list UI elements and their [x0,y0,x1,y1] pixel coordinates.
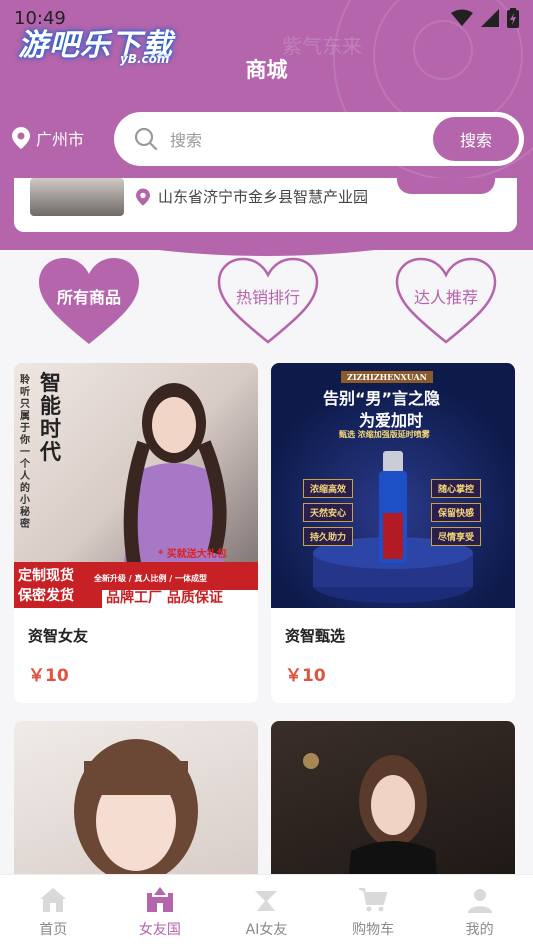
wifi-icon [451,9,473,26]
battery-icon [507,8,519,28]
nav-label: 女友国 [138,922,181,938]
product-card[interactable] [14,721,258,881]
nav-girlfriend-country[interactable]: 女友国 [107,875,214,948]
product-price: ￥10 [28,666,69,686]
store-address-text: 山东省济宁市金乡县智慧产业园 [158,188,369,206]
feature-tag: 随心掌控 [431,479,482,498]
search-bar[interactable]: 搜索 搜索 [114,112,524,166]
store-address: 山东省济宁市金乡县智慧产业园 [136,186,368,207]
tab-hot-ranking[interactable]: 热销排行 [216,256,320,346]
product-image [271,721,515,881]
headline-text: 为爱加时 [359,411,424,430]
location-selector[interactable]: 广州市 [12,126,84,150]
product-name: 资智甄选 [285,627,346,645]
tab-label: 所有商品 [56,288,121,307]
feature-tag: 尽情享受 [431,527,482,546]
promo-banner-bottom: 品牌工厂 品质保证 [106,590,223,606]
location-city: 广州市 [36,130,85,149]
feature-tag: 天然安心 [303,503,354,522]
promo-banner-left: 定制现货 保密发货 [18,568,74,604]
search-icon [134,127,158,151]
search-input[interactable]: 搜索 [170,127,433,151]
feature-tag: 持久助力 [303,527,354,546]
castle-icon [146,887,173,912]
nav-label: 我的 [465,922,494,938]
user-icon [467,889,492,913]
store-thumbnail [30,178,124,216]
ai-icon [255,891,278,911]
feature-tag: 保留快感 [431,503,482,522]
nav-label: 首页 [39,922,68,938]
product-card[interactable] [271,721,515,881]
tab-all-products[interactable]: 所有商品 [37,256,141,346]
nav-ai-girlfriend[interactable]: AI女友 [213,875,320,948]
page-title: 商城 [245,58,288,82]
doll-portrait-illustration [74,739,198,881]
headline-text: 告别“男”言之隐 [323,389,441,408]
promo-banner-top: 全新升级 / 真人比例 / 一体成型 [94,573,207,583]
product-image [14,721,258,881]
location-pin-icon [12,127,30,149]
bottom-nav: 首页 女友国 AI女友 购物车 我的 [0,874,533,948]
nav-label: AI女友 [245,922,288,938]
search-button[interactable]: 搜索 [433,117,519,161]
product-image: ZIZHIZHENXUAN 告别“男”言之隐 为爱加时 甄选 浓缩加强版延时喷雾… [271,363,515,608]
category-tabs: 所有商品 热销排行 达人推荐 [0,256,533,346]
promo-side-text: 聆听只属于你一个人的小秘密 [20,375,30,530]
nav-label: 购物车 [352,922,395,938]
signal-icon [481,9,499,27]
doll-portrait-illustration [303,753,438,881]
tab-expert-picks[interactable]: 达人推荐 [394,256,498,346]
tab-label: 热销排行 [235,288,300,307]
product-image: 智能时代 聆听只属于你一个人的小秘密 * 买就送大礼包 定制现货 保密发货 全新… [14,363,258,608]
nav-home[interactable]: 首页 [0,875,107,948]
tab-label: 达人推荐 [413,288,478,307]
tag-text: 甄选 浓缩加强版延时喷雾 [339,429,430,439]
product-card[interactable]: ZIZHIZHENXUAN 告别“男”言之隐 为爱加时 甄选 浓缩加强版延时喷雾… [271,363,515,703]
nav-cart[interactable]: 购物车 [320,875,427,948]
promo-big-text: 智能时代 [40,370,61,464]
product-price: ￥10 [285,666,326,686]
home-icon [40,888,67,912]
status-icons [451,8,519,28]
nav-mine[interactable]: 我的 [426,875,533,948]
feature-tag: 浓缩高效 [303,479,354,498]
product-card[interactable]: 智能时代 聆听只属于你一个人的小秘密 * 买就送大礼包 定制现货 保密发货 全新… [14,363,258,703]
brand-text: ZIZHIZHENXUAN [341,371,433,383]
location-pin-icon [136,187,150,206]
promo-gift-text: * 买就送大礼包 [158,549,227,560]
cart-icon [359,888,388,912]
product-name: 资智女友 [28,627,89,645]
navigate-button[interactable] [397,178,495,194]
